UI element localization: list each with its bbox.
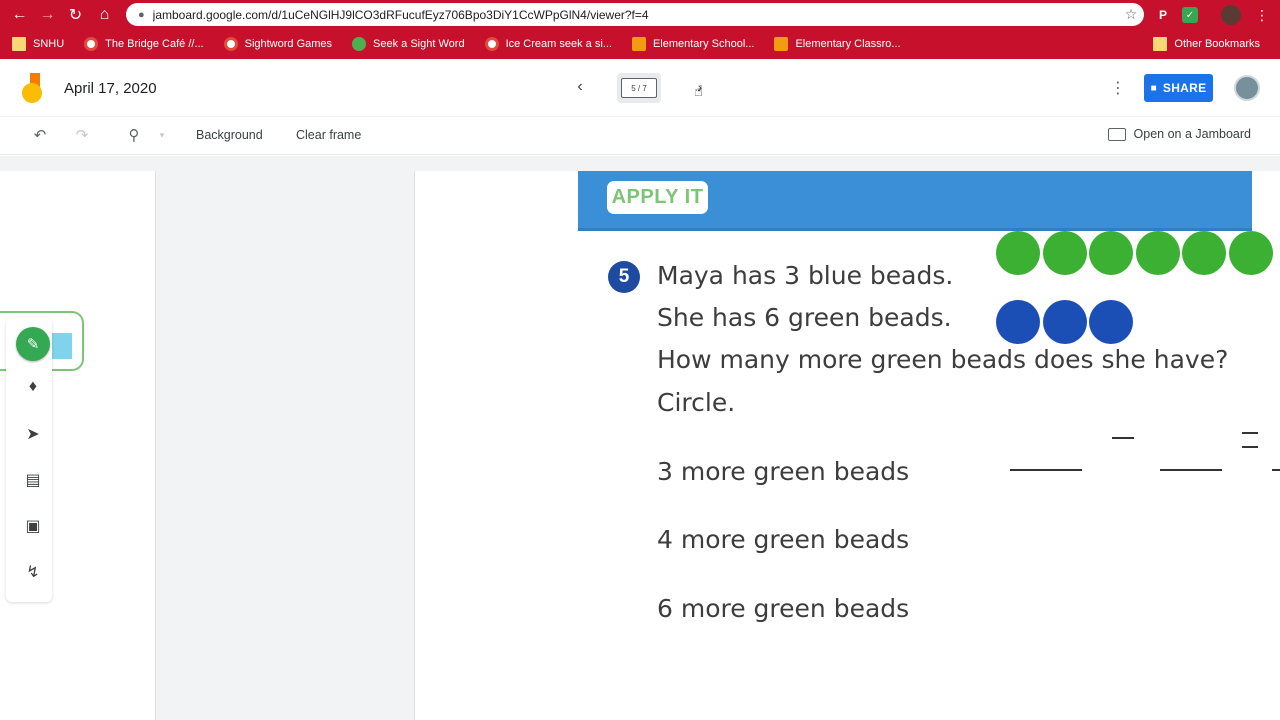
green-bead — [1182, 231, 1226, 275]
select-icon[interactable]: ➤ — [22, 424, 44, 446]
frame-bar-toggle[interactable]: 5 / 7 — [617, 73, 661, 103]
apply-it-label: APPLY IT — [607, 181, 708, 214]
folder-icon — [1153, 37, 1168, 51]
browser-toolbar: ← → ↻ ⌂ ● jamboard.google.com/d/1uCeNGlH… — [0, 0, 1280, 29]
document-title[interactable]: April 17, 2020 — [64, 80, 157, 97]
answer-blank-line — [1272, 469, 1280, 471]
clear-frame-button[interactable]: Clear frame — [296, 128, 361, 142]
bookmark-elementary-school[interactable]: Elementary School... — [631, 37, 754, 51]
site-icon — [352, 37, 367, 51]
answer-blank-line — [1112, 437, 1134, 439]
zoom-dropdown-icon[interactable]: ▾ — [152, 130, 172, 150]
question-line-2: She has 6 green beads. — [657, 303, 952, 332]
browser-menu-icon[interactable]: ⋮ — [1252, 5, 1272, 25]
open-on-jamboard-button[interactable]: Open on a Jamboard — [1107, 127, 1251, 141]
site-icon — [774, 37, 789, 51]
green-bead — [1042, 231, 1087, 275]
question-line-4: Circle. — [657, 388, 736, 417]
address-bar[interactable]: ● jamboard.google.com/d/1uCeNGlHJ9lCO3dR… — [126, 3, 1144, 26]
redo-icon[interactable]: ↷ — [72, 126, 92, 146]
answer-choice-2[interactable]: 4 more green beads — [657, 525, 909, 554]
bookmark-elementary-classroom[interactable]: Elementary Classro... — [774, 37, 901, 51]
answer-blank-line — [1010, 469, 1082, 471]
site-icon — [631, 37, 646, 51]
blue-bead — [996, 300, 1040, 344]
question-line-1: Maya has 3 blue beads. — [657, 261, 954, 290]
green-bead — [996, 231, 1040, 275]
bookmark-seek-sight-word[interactable]: Seek a Sight Word — [352, 37, 465, 51]
bookmark-snhu[interactable]: SNHU — [12, 37, 64, 51]
blue-bead — [1042, 300, 1087, 344]
jamboard-logo[interactable] — [20, 73, 46, 103]
chrome-icon — [484, 37, 499, 51]
pen-tool-icon[interactable]: ✎ — [16, 327, 50, 361]
monitor-icon — [1107, 127, 1126, 141]
blue-bead — [1089, 300, 1133, 344]
laser-icon[interactable]: ↯ — [22, 562, 44, 584]
extension-icon[interactable]: ✓ — [1182, 7, 1198, 23]
question-line-3: How many more green beads does she have? — [657, 345, 1229, 374]
canvas-area — [0, 156, 1280, 720]
eraser-icon[interactable]: ♦ — [22, 378, 44, 400]
previous-frame-icon[interactable]: ‹ — [570, 78, 590, 98]
lock-icon: ■ — [1150, 82, 1157, 94]
chrome-icon — [223, 37, 238, 51]
undo-icon[interactable]: ↶ — [30, 126, 50, 146]
green-bead — [1228, 231, 1273, 275]
answer-choice-3[interactable]: 6 more green beads — [657, 594, 909, 623]
image-icon[interactable]: ▣ — [22, 516, 44, 538]
app-header: April 17, 2020 ‹ 5 / 7 › ⋮ ■ SHARE — [0, 59, 1280, 117]
pinterest-icon[interactable]: P — [1153, 5, 1173, 25]
reload-icon[interactable]: ↻ — [61, 0, 90, 29]
edit-toolbar: ↶ ↷ ⚲ ▾ Background Clear frame Open on a… — [0, 117, 1280, 155]
zoom-icon[interactable]: ⚲ — [124, 126, 144, 146]
more-options-icon[interactable]: ⋮ — [1110, 78, 1126, 98]
forward-icon[interactable]: → — [33, 0, 62, 29]
answer-blank-line — [1160, 469, 1222, 471]
back-icon[interactable]: ← — [5, 0, 34, 29]
bookmarks-bar: SNHU The Bridge Café //... Sightword Gam… — [0, 29, 1280, 59]
bookmark-star-icon[interactable]: ☆ — [1118, 6, 1144, 23]
bookmark-sightword-games[interactable]: Sightword Games — [223, 37, 332, 51]
hand-cursor-icon: ☝ — [694, 83, 704, 100]
sticky-note-icon[interactable]: ▤ — [22, 470, 44, 492]
question-number-badge: 5 — [608, 261, 640, 293]
green-bead — [1135, 231, 1180, 275]
profile-avatar[interactable] — [1221, 5, 1241, 25]
answer-choice-1[interactable]: 3 more green beads — [657, 457, 909, 486]
frame-counter: 5 / 7 — [621, 78, 657, 98]
answer-blank-line — [1242, 446, 1258, 448]
account-avatar[interactable] — [1234, 75, 1260, 101]
bookmark-bridge-cafe[interactable]: The Bridge Café //... — [84, 37, 204, 51]
answer-blank-line — [1242, 432, 1258, 434]
url-text[interactable]: jamboard.google.com/d/1uCeNGlHJ9lCO3dRFu… — [153, 8, 1118, 22]
folder-icon — [12, 37, 26, 51]
home-icon[interactable]: ⌂ — [90, 0, 119, 29]
bookmark-ice-cream[interactable]: Ice Cream seek a si... — [484, 37, 612, 51]
green-bead — [1089, 231, 1133, 275]
lock-icon: ● — [138, 8, 145, 21]
chrome-icon — [84, 37, 99, 51]
background-button[interactable]: Background — [196, 128, 263, 142]
share-button[interactable]: ■ SHARE — [1144, 74, 1213, 102]
other-bookmarks[interactable]: Other Bookmarks — [1153, 29, 1260, 59]
